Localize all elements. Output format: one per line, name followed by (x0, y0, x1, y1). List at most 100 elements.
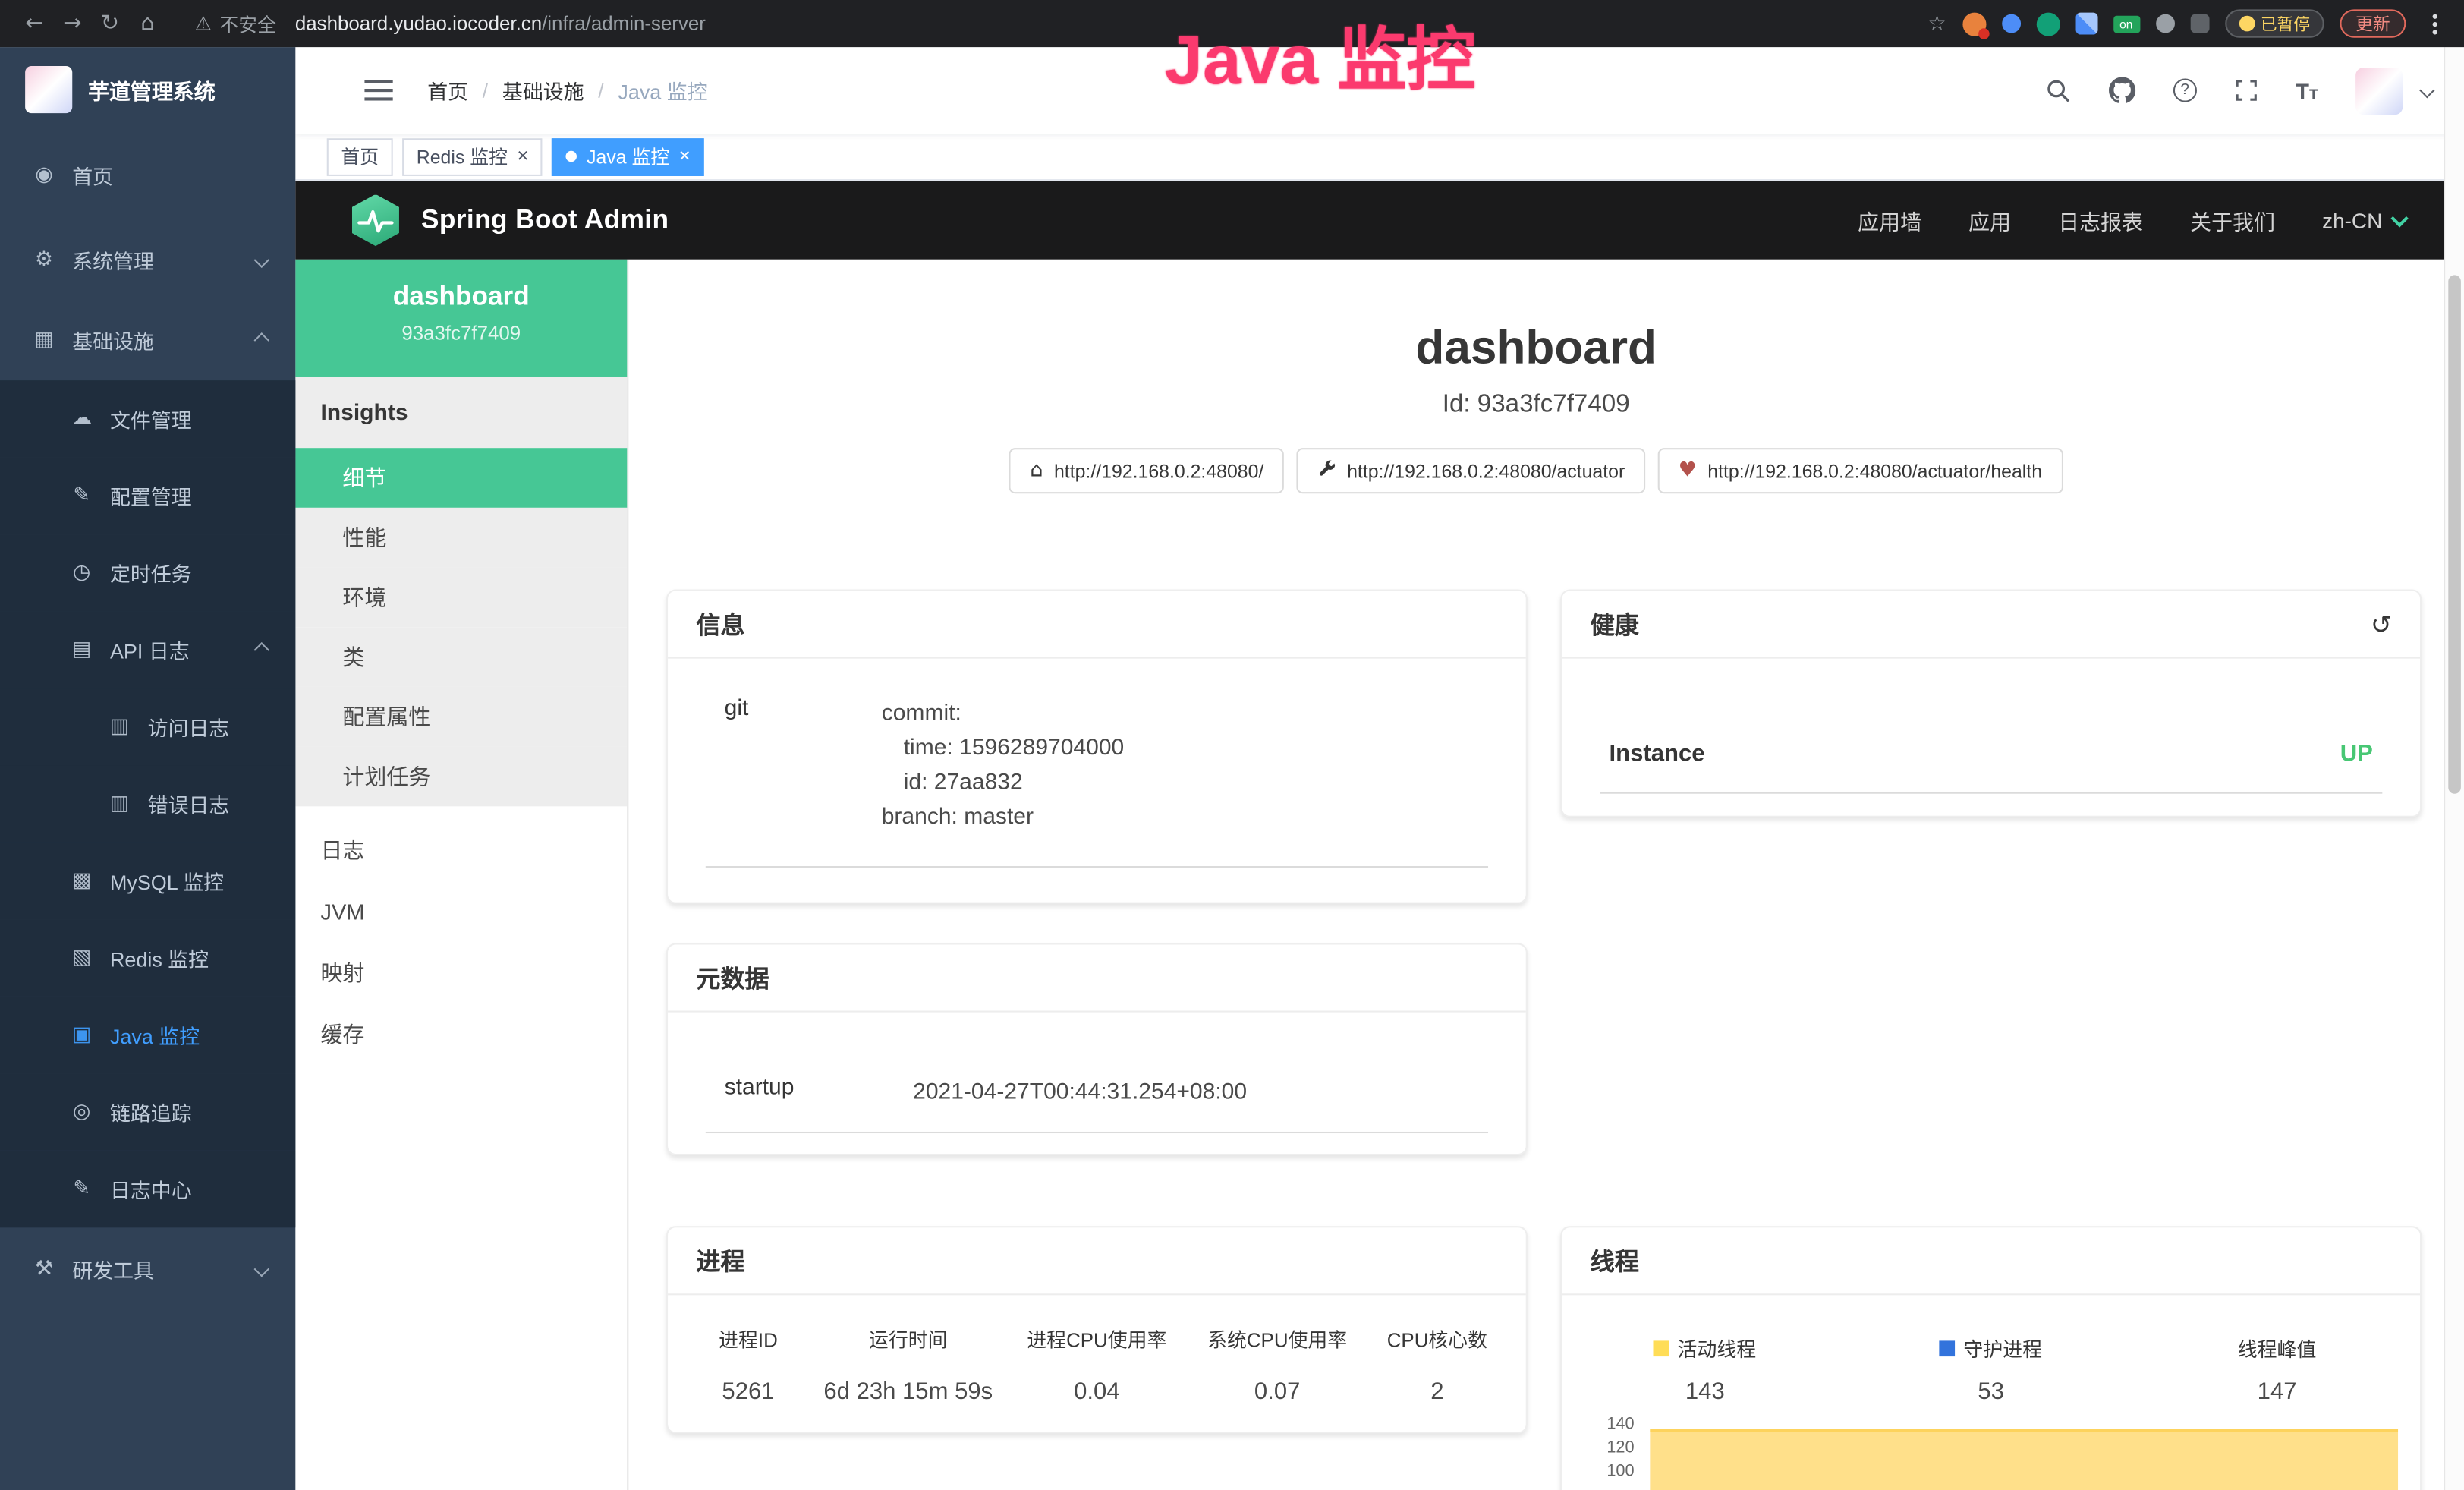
app-logo (25, 66, 72, 113)
fullscreen-icon[interactable] (2235, 79, 2258, 102)
chevron-down-icon (254, 1261, 269, 1277)
metadata-key: startup (725, 1075, 913, 1110)
endpoint-root-button[interactable]: ⌂ http://192.168.0.2:48080/ (1009, 448, 1284, 493)
health-card-title: 健康 (1591, 606, 1639, 641)
extension-icon-on[interactable] (2113, 15, 2139, 33)
sba-details-panel: dashboard Id: 93a3fc7f7409 ⌂ http://192.… (628, 260, 2444, 1490)
sidebar-item-home[interactable]: 首页 (0, 132, 295, 219)
sba-menu-jvm[interactable]: JVM (295, 880, 627, 942)
extension-icon-5[interactable] (2155, 14, 2174, 33)
breadcrumb-separator (483, 79, 489, 102)
spring-boot-admin-logo[interactable] (352, 194, 399, 246)
tags-bar: 首页 Redis 监控 Java 监控 (295, 134, 2464, 181)
extension-icon-1[interactable] (1962, 12, 1985, 36)
paused-badge[interactable]: 已暂停 (2224, 9, 2324, 37)
reload-icon[interactable]: ↻ (91, 11, 129, 36)
database-icon (69, 869, 94, 893)
app-logo-row[interactable]: 芋道管理系统 (0, 47, 295, 132)
search-icon[interactable] (2046, 78, 2071, 103)
github-icon[interactable] (2109, 77, 2135, 103)
sidebar-item-system-management[interactable]: 系统管理 (0, 219, 295, 301)
sba-nav-applications[interactable]: 应用 (1968, 204, 2011, 235)
instance-header[interactable]: dashboard 93a3fc7f7409 (295, 260, 627, 377)
endpoint-actuator-button[interactable]: http://192.168.0.2:48080/actuator (1297, 448, 1645, 493)
sba-menu-details[interactable]: 细节 (295, 448, 627, 508)
sidebar-item-file-management[interactable]: 文件管理 (0, 380, 295, 457)
user-avatar[interactable] (2355, 67, 2403, 114)
close-icon[interactable] (517, 146, 528, 166)
help-icon[interactable] (2173, 79, 2197, 102)
close-icon[interactable] (679, 146, 691, 166)
endpoint-health-button[interactable]: ♥ http://192.168.0.2:48080/actuator/heal… (1658, 448, 2063, 493)
sidebar-item-error-logs[interactable]: 错误日志 (0, 765, 295, 842)
home-icon[interactable]: ⌂ (129, 11, 167, 36)
extension-icon-2[interactable] (2001, 14, 2020, 33)
layers-icon (69, 947, 94, 970)
forward-icon[interactable]: → (53, 11, 91, 36)
sba-menu-config-properties[interactable]: 配置属性 (295, 687, 627, 747)
tag-home[interactable]: 首页 (327, 137, 393, 175)
sba-nav-wallboard[interactable]: 应用墙 (1858, 204, 1921, 235)
scrollbar[interactable] (2444, 47, 2464, 1490)
bookmark-star-icon[interactable]: ☆ (1928, 12, 1946, 36)
sba-sidebar: dashboard 93a3fc7f7409 Insights 细节 性能 环境… (295, 260, 628, 1490)
sba-menu-caches[interactable]: 缓存 (295, 1003, 627, 1064)
document-icon (107, 792, 132, 816)
security-indicator[interactable]: ⚠ 不安全 (195, 10, 276, 36)
tag-redis-monitor[interactable]: Redis 监控 (402, 137, 543, 175)
active-dot (566, 151, 577, 162)
health-heart-icon: ♥ (1679, 459, 1697, 483)
info-card-title: 信息 (696, 606, 744, 641)
sba-brand-title[interactable]: Spring Boot Admin (421, 204, 669, 235)
breadcrumb-home[interactable]: 首页 (427, 75, 468, 105)
extension-icon-3[interactable] (2036, 12, 2060, 36)
sidebar-item-java-monitor[interactable]: Java 监控 (0, 997, 295, 1073)
sba-language-select[interactable]: zh-CN (2322, 208, 2406, 232)
process-uptime: 6d 23h 15m 59s (810, 1359, 1006, 1418)
info-value: commit: time: 1596289704000 id: 27aa832 … (882, 696, 1125, 834)
browser-menu-icon[interactable] (2433, 21, 2437, 26)
warning-icon: ⚠ (195, 13, 212, 35)
sba-menu-environment[interactable]: 环境 (295, 568, 627, 628)
sba-menu-scheduled-tasks[interactable]: 计划任务 (295, 747, 627, 807)
extension-icon-6[interactable] (2190, 14, 2209, 33)
daemon-threads-value: 53 (1848, 1378, 2134, 1405)
history-icon[interactable] (2371, 609, 2392, 638)
breadcrumb: 首页 基础设施 Java 监控 (427, 75, 707, 105)
sidebar-item-dev-tools[interactable]: 研发工具 (0, 1227, 295, 1309)
sidebar-item-log-center[interactable]: 日志中心 (0, 1151, 295, 1227)
chrome-update-button[interactable]: 更新 (2340, 9, 2406, 37)
sidebar-item-trace[interactable]: 链路追踪 (0, 1073, 295, 1150)
sba-nav-about[interactable]: 关于我们 (2190, 204, 2275, 235)
live-threads-value: 143 (1562, 1378, 1848, 1405)
sba-nav-journal[interactable]: 日志报表 (2058, 204, 2143, 235)
sidebar-item-config-management[interactable]: 配置管理 (0, 458, 295, 534)
threads-chart: 140 120 100 (1578, 1403, 2404, 1490)
hamburger-icon[interactable] (364, 80, 392, 101)
sba-menu-performance[interactable]: 性能 (295, 508, 627, 568)
document-icon (69, 638, 94, 662)
sidebar-item-redis-monitor[interactable]: Redis 监控 (0, 919, 295, 996)
sba-menu-logs[interactable]: 日志 (295, 819, 627, 880)
scrollbar-thumb[interactable] (2448, 275, 2461, 793)
chevron-down-icon[interactable] (2419, 83, 2434, 98)
sba-menu-mappings[interactable]: 映射 (295, 941, 627, 1003)
sidebar-item-access-logs[interactable]: 访问日志 (0, 688, 295, 765)
sidebar-item-api-logs[interactable]: API 日志 (0, 612, 295, 688)
font-size-icon[interactable] (2296, 78, 2318, 103)
breadcrumb-infrastructure[interactable]: 基础设施 (502, 75, 584, 105)
sidebar-item-mysql-monitor[interactable]: MySQL 监控 (0, 843, 295, 919)
extension-icon-4[interactable] (2075, 13, 2097, 35)
tag-java-monitor[interactable]: Java 监控 (552, 137, 705, 175)
process-cpu: 0.04 (1006, 1359, 1187, 1418)
sba-menu-classes[interactable]: 类 (295, 627, 627, 687)
sidebar-item-scheduled-jobs[interactable]: 定时任务 (0, 534, 295, 611)
page-title: dashboard (628, 323, 2444, 376)
gear-icon (31, 247, 56, 271)
back-icon[interactable]: ← (16, 11, 54, 36)
address-bar[interactable]: dashboard.yudao.iocoder.cn/infra/admin-s… (295, 13, 706, 35)
cloud-icon (69, 407, 94, 430)
log-icon (69, 1177, 94, 1201)
sidebar-item-infrastructure[interactable]: 基础设施 (0, 301, 295, 381)
clock-icon (69, 561, 94, 584)
